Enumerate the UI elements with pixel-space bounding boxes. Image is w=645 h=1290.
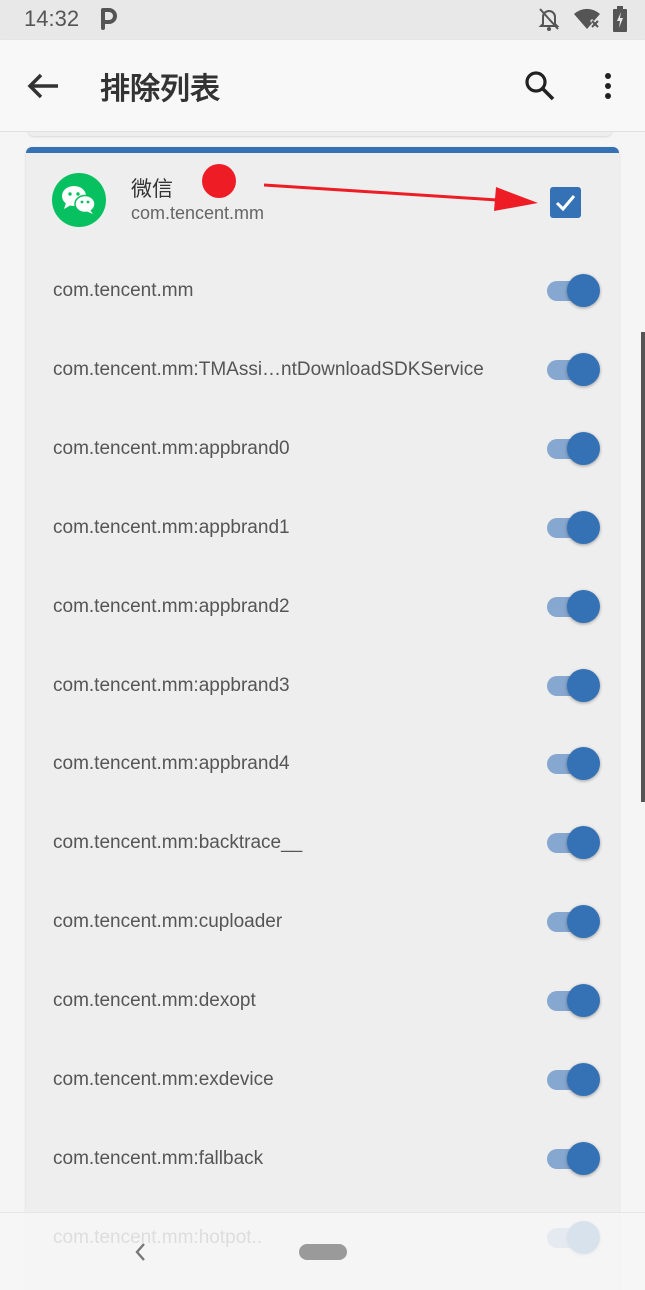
process-name: com.tencent.mm:appbrand4: [53, 753, 290, 775]
previous-card-edge: [28, 132, 612, 136]
wechat-app-icon: [52, 173, 106, 227]
process-row[interactable]: com.tencent.mm:appbrand1: [26, 488, 619, 567]
switch-thumb: [567, 1141, 600, 1175]
more-vert-icon[interactable]: [596, 66, 620, 106]
annotation-red-dot: [202, 164, 236, 198]
app-bar: 排除列表: [0, 40, 645, 132]
process-toggle-switch[interactable]: [547, 1141, 601, 1177]
process-name: com.tencent.mm:appbrand3: [53, 674, 290, 696]
process-name: com.tencent.mm:fallback: [53, 1147, 264, 1169]
status-bar: 14:32: [0, 0, 645, 40]
process-row[interactable]: com.tencent.mm:TMAssi…ntDownloadSDKServi…: [26, 330, 619, 409]
home-pill-icon[interactable]: [299, 1244, 347, 1260]
process-name: com.tencent.mm:backtrace__: [53, 832, 303, 854]
process-name: com.tencent.mm:appbrand0: [53, 437, 290, 459]
switch-thumb: [567, 984, 600, 1018]
switch-thumb: [567, 668, 600, 702]
process-row[interactable]: com.tencent.mm:cuploader: [26, 883, 619, 962]
page-title: 排除列表: [100, 72, 220, 107]
process-toggle-switch[interactable]: [547, 510, 601, 546]
switch-thumb: [567, 826, 600, 860]
process-row[interactable]: com.tencent.mm:exdevice: [26, 1041, 619, 1120]
process-name: com.tencent.mm: [53, 280, 194, 301]
process-name: com.tencent.mm:cuploader: [53, 911, 283, 933]
switch-thumb: [567, 274, 600, 307]
app-checkbox[interactable]: [550, 187, 581, 218]
process-toggle-switch[interactable]: [547, 983, 601, 1019]
app-package-name: com.tencent.mm: [131, 203, 265, 223]
status-time: 14:32: [24, 6, 80, 31]
process-toggle-switch[interactable]: [547, 746, 601, 782]
process-toggle-switch[interactable]: [547, 431, 601, 467]
wifi-off-icon: [573, 7, 601, 35]
process-toggle-switch[interactable]: [547, 273, 601, 309]
switch-thumb: [567, 747, 600, 781]
battery-charging-icon: [613, 6, 627, 36]
content-area[interactable]: 微信 com.tencent.mm com.tencent.mm com.tenc…: [0, 132, 645, 1290]
notifications-off-icon: [537, 6, 561, 36]
app-name: 微信: [131, 177, 173, 201]
process-row[interactable]: com.tencent.mm:backtrace__: [26, 804, 619, 883]
process-name: com.tencent.mm:appbrand2: [53, 595, 290, 617]
switch-thumb: [567, 352, 600, 386]
process-toggle-switch[interactable]: [547, 352, 601, 388]
switch-thumb: [567, 589, 600, 623]
process-toggle-switch[interactable]: [547, 904, 601, 940]
process-name: com.tencent.mm:dexopt: [53, 990, 256, 1012]
switch-thumb: [567, 905, 600, 939]
navigation-bar: [0, 1212, 645, 1290]
switch-thumb: [567, 431, 600, 465]
switch-thumb: [567, 510, 600, 544]
process-row[interactable]: com.tencent.mm:appbrand0: [26, 409, 619, 488]
process-row[interactable]: com.tencent.mm:fallback: [26, 1119, 619, 1198]
process-row[interactable]: com.tencent.mm:dexopt: [26, 962, 619, 1041]
process-name: com.tencent.mm:appbrand1: [53, 516, 290, 538]
process-toggle-switch[interactable]: [547, 589, 601, 625]
app-card: 微信 com.tencent.mm com.tencent.mm com.tenc…: [26, 147, 619, 1290]
process-row[interactable]: com.tencent.mm: [26, 252, 619, 331]
process-name: com.tencent.mm:exdevice: [53, 1069, 274, 1090]
annotation-red-arrow-icon: [262, 173, 542, 217]
process-row[interactable]: com.tencent.mm:appbrand4: [26, 725, 619, 804]
search-icon[interactable]: [520, 66, 560, 106]
process-name: com.tencent.mm:TMAssi…ntDownloadSDKServi…: [53, 358, 484, 380]
nav-back-icon[interactable]: [130, 1239, 150, 1265]
process-toggle-switch[interactable]: [547, 668, 601, 704]
arrow-back-icon[interactable]: [24, 68, 64, 104]
parking-icon: [100, 6, 118, 36]
switch-thumb: [567, 1063, 600, 1096]
process-toggle-switch[interactable]: [547, 1062, 601, 1098]
process-row[interactable]: com.tencent.mm:appbrand2: [26, 567, 619, 646]
scrollbar[interactable]: [641, 332, 645, 802]
process-toggle-switch[interactable]: [547, 825, 601, 861]
process-row[interactable]: com.tencent.mm:appbrand3: [26, 646, 619, 725]
